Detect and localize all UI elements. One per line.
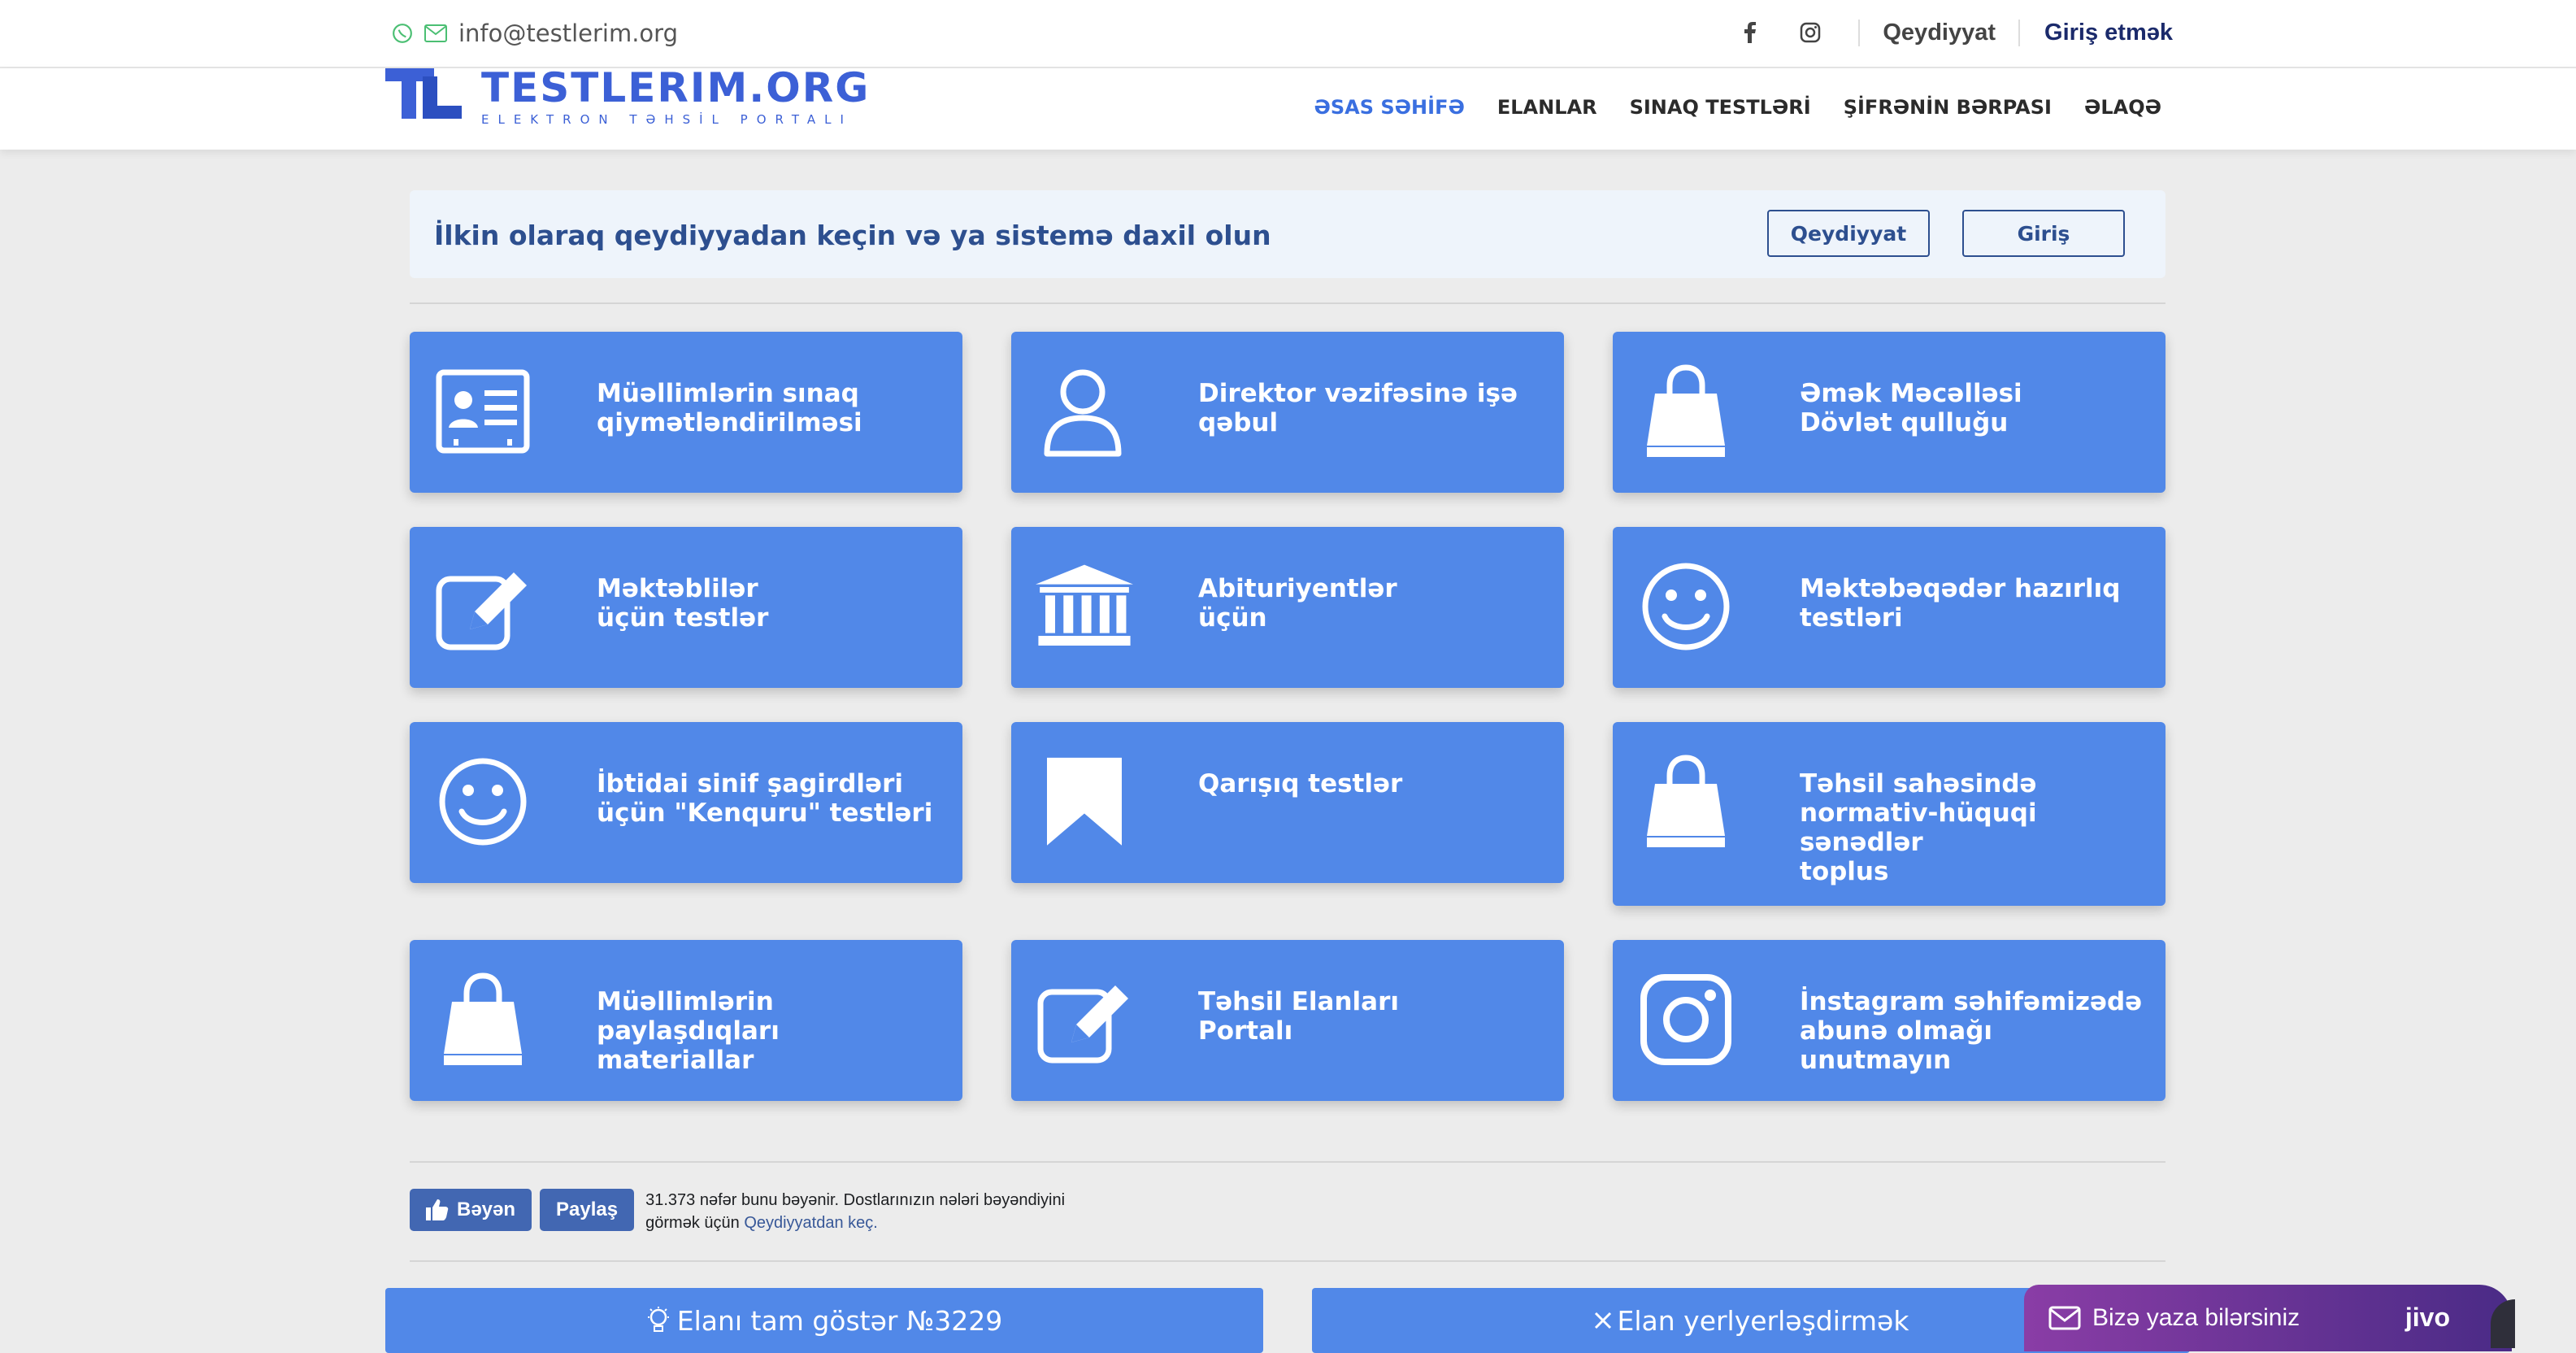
- chat-avatar: [2491, 1299, 2515, 1348]
- mail-icon: [2048, 1306, 2081, 1330]
- university-icon: [1036, 564, 1133, 646]
- logo[interactable]: TESTLERIM.ORG ELEKTRON TƏHSİL PORTALI: [385, 64, 871, 127]
- card-instagram[interactable]: İnstagram səhifəmizədə abunə olmağı unut…: [1613, 940, 2165, 1101]
- show-ad-button[interactable]: Elanı tam göstər №3229: [385, 1288, 1263, 1353]
- card-mixed-tests[interactable]: Qarışıq testlər: [1011, 722, 1564, 883]
- id-card-icon: [436, 369, 530, 454]
- card-normative-docs[interactable]: Təhsil sahəsində normativ-hüquqi sənədlə…: [1613, 722, 2165, 906]
- nav-ads[interactable]: ELANLAR: [1497, 96, 1597, 119]
- card-label: Müəllimlərin paylaşdıqları materiallar: [597, 987, 780, 1075]
- facebook-icon[interactable]: [1738, 20, 1762, 45]
- fb-like-label: Bəyən: [457, 1199, 516, 1220]
- bookmark-icon: [1047, 757, 1122, 846]
- card-school-tests[interactable]: Məktəblilər üçün testlər: [410, 527, 962, 688]
- instagram-icon[interactable]: [1798, 20, 1822, 45]
- banner-login-button[interactable]: Giriş: [1962, 210, 2125, 257]
- divider: [410, 1161, 2165, 1163]
- instagram-icon: [1640, 974, 1731, 1065]
- email-icon: [424, 24, 447, 42]
- logo-title: TESTLERIM.ORG: [481, 64, 871, 111]
- lightbulb-icon: [647, 1307, 669, 1332]
- smile-icon: [1642, 563, 1730, 650]
- card-kenquru[interactable]: İbtidai sinif şagirdləri üçün "Kenquru" …: [410, 722, 962, 883]
- nav-password-reset[interactable]: ŞİFRƏNİN BƏRPASI: [1844, 96, 2052, 119]
- card-label: Məktəblilər üçün testlər: [597, 574, 769, 633]
- login-link[interactable]: Giriş etmək: [2018, 19, 2173, 46]
- card-label: Təhsil sahəsində normativ-hüquqi sənədlə…: [1800, 769, 2037, 886]
- fb-share-button[interactable]: Paylaş: [540, 1189, 635, 1231]
- fb-signup-link[interactable]: Qeydiyyatdan keç.: [744, 1214, 878, 1232]
- fb-like-button[interactable]: Bəyən: [410, 1189, 532, 1231]
- card-label: Direktor vəzifəsinə işə qəbul: [1198, 379, 1518, 437]
- place-ad-label: Elan yerlyerləşdirmək: [1617, 1304, 1909, 1337]
- show-ad-label: Elanı tam göstər №3229: [676, 1304, 1003, 1337]
- card-education-ads-portal[interactable]: Təhsil Elanları Portalı: [1011, 940, 1564, 1101]
- shopping-bag-icon: [1647, 755, 1725, 847]
- card-teacher-materials[interactable]: Müəllimlərin paylaşdıqları materiallar: [410, 940, 962, 1101]
- card-director-hiring[interactable]: Direktor vəzifəsinə işə qəbul: [1011, 332, 1564, 493]
- whatsapp-icon[interactable]: [392, 23, 413, 44]
- top-bar: info@testlerim.org Qeydiyyat Giriş etmək: [0, 0, 2576, 68]
- shopping-bag-icon: [1647, 364, 1725, 457]
- nav-home[interactable]: ƏSAS SƏHİFƏ: [1314, 96, 1465, 119]
- nav-tests[interactable]: SINAQ TESTLƏRİ: [1630, 96, 1811, 119]
- login-banner: İlkin olaraq qeydiyyadan keçin və ya sis…: [410, 190, 2165, 278]
- thumbs-up-icon: [426, 1199, 449, 1220]
- card-label: Qarışıq testlər: [1198, 769, 1403, 798]
- card-preschool[interactable]: Məktəbəqədər hazırlıq testləri: [1613, 527, 2165, 688]
- edit-icon: [436, 572, 527, 650]
- email-link[interactable]: info@testlerim.org: [458, 20, 678, 47]
- card-label: İbtidai sinif şagirdləri üçün "Kenquru" …: [597, 769, 933, 828]
- jivo-logo: jivo: [2404, 1303, 2450, 1332]
- logo-subtitle: ELEKTRON TƏHSİL PORTALI: [481, 112, 853, 127]
- card-label: Müəllimlərin sınaq qiymətləndirilməsi: [597, 379, 862, 437]
- register-link[interactable]: Qeydiyyat: [1858, 19, 2018, 46]
- contact-info: info@testlerim.org: [392, 16, 678, 50]
- user-icon: [1044, 369, 1122, 457]
- divider: [410, 302, 2165, 304]
- close-icon: [1594, 1312, 1611, 1329]
- chat-message: Bizə yaza bilərsiniz: [2092, 1304, 2300, 1331]
- card-label: Təhsil Elanları Portalı: [1198, 987, 1399, 1046]
- main-nav: ƏSAS SƏHİFƏ ELANLAR SINAQ TESTLƏRİ ŞİFRƏ…: [1314, 96, 2161, 119]
- divider: [410, 1260, 2165, 1262]
- chat-widget[interactable]: Bizə yaza bilərsiniz jivo: [2024, 1285, 2515, 1351]
- top-right-links: Qeydiyyat Giriş etmək: [1738, 15, 2173, 50]
- card-applicants[interactable]: Abituriyentlər üçün: [1011, 527, 1564, 688]
- banner-text: İlkin olaraq qeydiyyadan keçin və ya sis…: [434, 220, 1271, 251]
- edit-icon: [1037, 985, 1128, 1064]
- card-labor-code[interactable]: Əmək Məcəlləsi Dövlət qulluğu: [1613, 332, 2165, 493]
- nav-contact[interactable]: ƏLAQƏ: [2084, 96, 2161, 119]
- fb-like-count-text: 31.373 nəfər bunu bəyənir. Dostlarınızın…: [645, 1189, 1117, 1234]
- banner-register-button[interactable]: Qeydiyyat: [1767, 210, 1930, 257]
- facebook-widget: Bəyən Paylaş 31.373 nəfər bunu bəyənir. …: [410, 1189, 1117, 1234]
- card-label: İnstagram səhifəmizədə abunə olmağı unut…: [1800, 987, 2143, 1075]
- shopping-bag-icon: [444, 972, 522, 1065]
- card-label: Əmək Məcəlləsi Dövlət qulluğu: [1800, 379, 2022, 437]
- logo-icon: [385, 68, 462, 119]
- card-label: Abituriyentlər üçün: [1198, 574, 1397, 633]
- smile-icon: [439, 758, 527, 846]
- card-label: Məktəbəqədər hazırlıq testləri: [1800, 574, 2121, 633]
- card-teacher-assessment[interactable]: Müəllimlərin sınaq qiymətləndirilməsi: [410, 332, 962, 493]
